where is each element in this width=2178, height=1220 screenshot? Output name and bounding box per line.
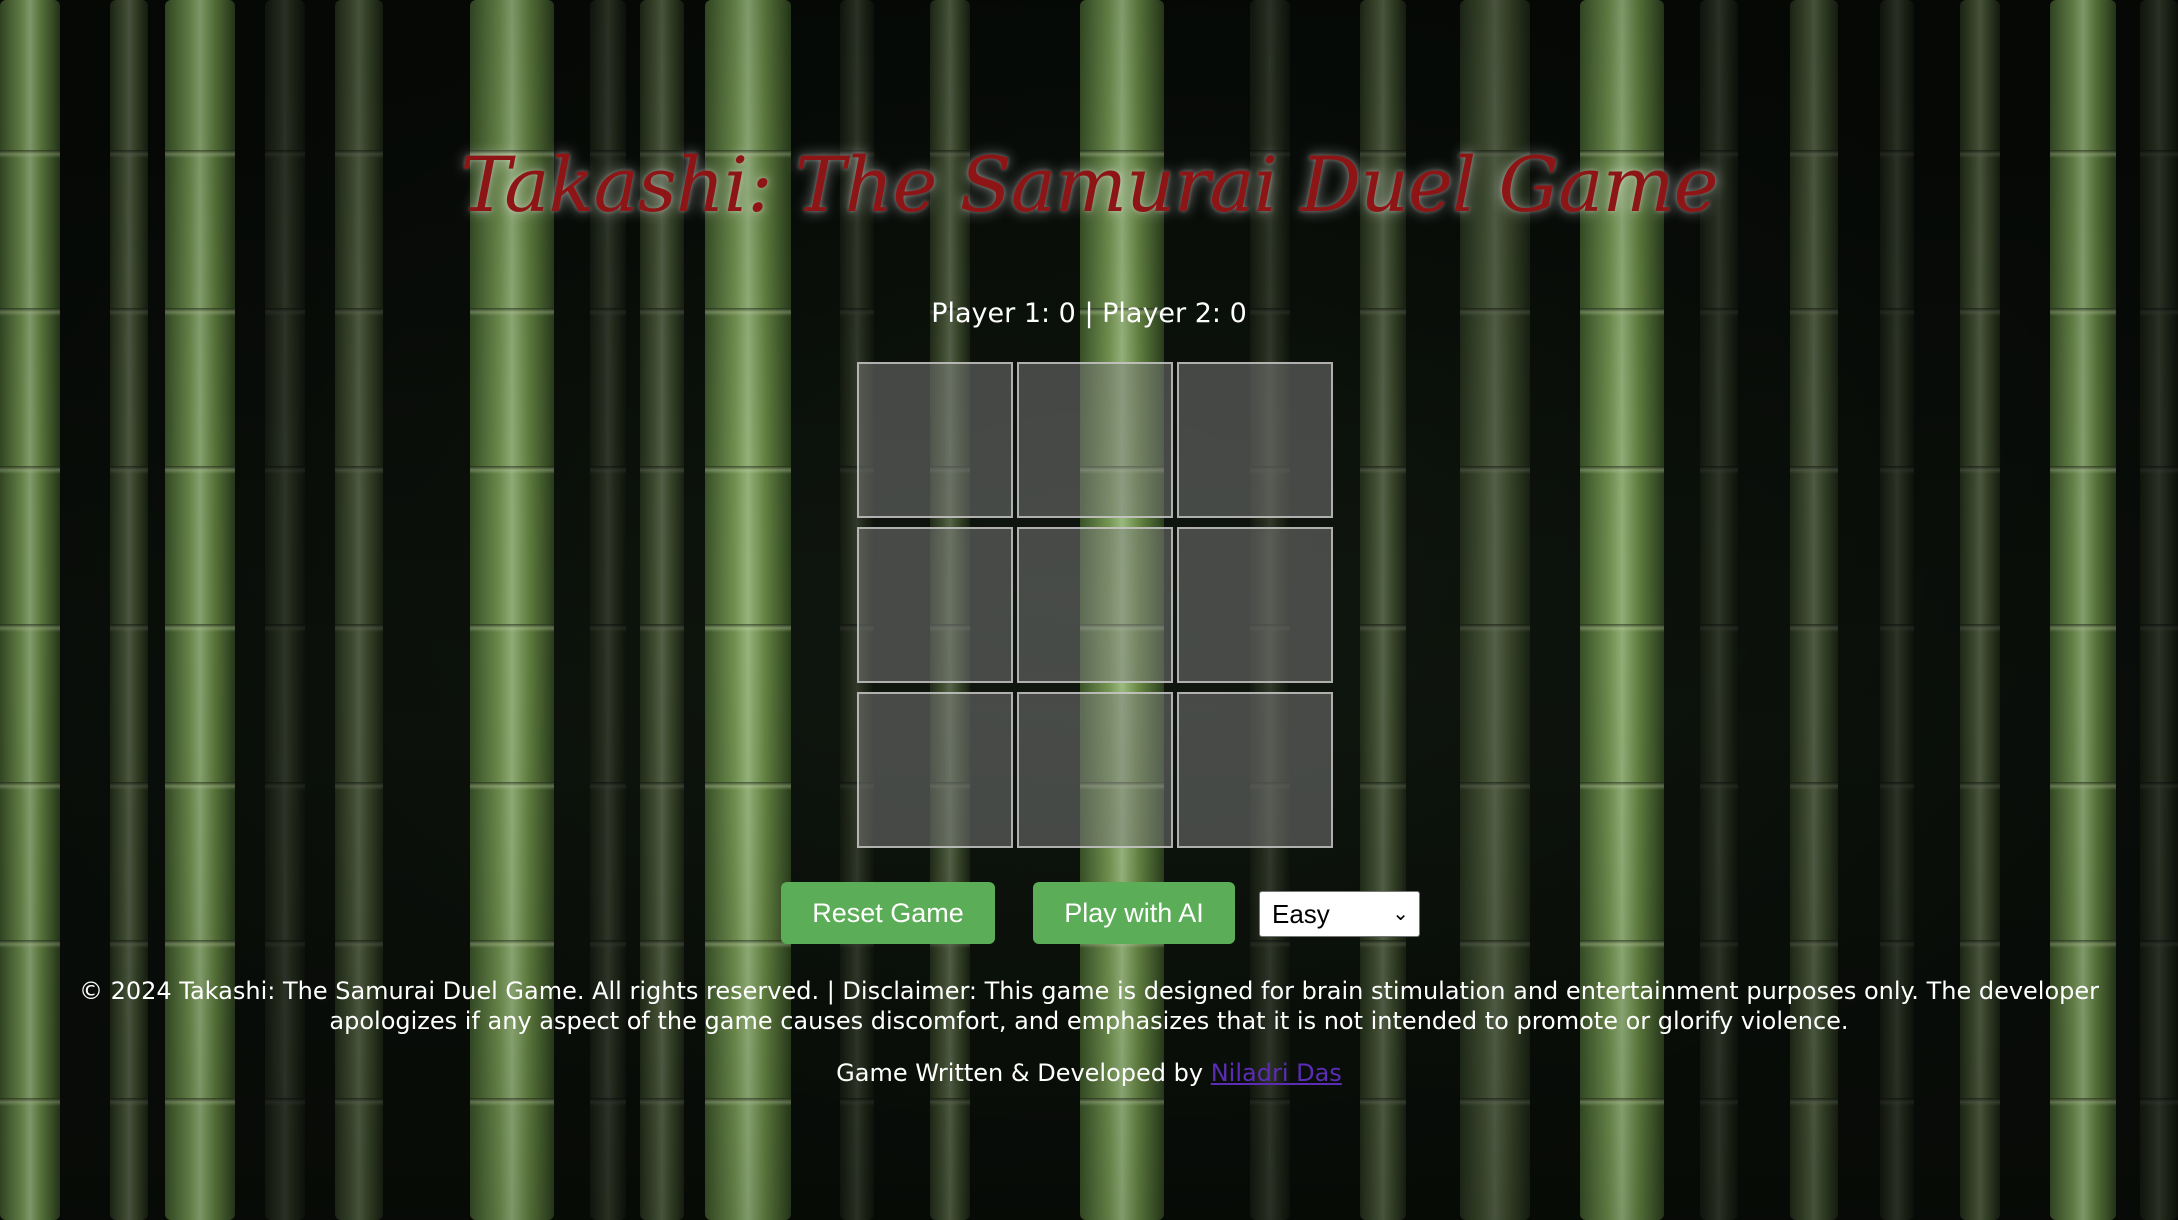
credit-prefix: Game Written & Developed by [836, 1059, 1204, 1087]
reset-game-button[interactable]: Reset Game [781, 882, 995, 944]
board-cell-9[interactable] [1177, 692, 1333, 848]
board-cell-8[interactable] [1017, 692, 1173, 848]
board-cell-5[interactable] [1017, 527, 1173, 683]
board-cell-1[interactable] [857, 362, 1013, 518]
board-cell-6[interactable] [1177, 527, 1333, 683]
board-cell-4[interactable] [857, 527, 1013, 683]
board-cell-2[interactable] [1017, 362, 1173, 518]
difficulty-selected-value: Easy [1272, 899, 1330, 929]
play-with-ai-button[interactable]: Play with AI [1033, 882, 1235, 944]
score-display: Player 1: 0 | Player 2: 0 [931, 298, 1247, 329]
board-cell-7[interactable] [857, 692, 1013, 848]
page-title: Takashi: The Samurai Duel Game [460, 140, 1718, 229]
footer-disclaimer: © 2024 Takashi: The Samurai Duel Game. A… [78, 977, 2100, 1035]
difficulty-select[interactable]: Easy ⌄ [1259, 891, 1420, 937]
board-cell-3[interactable] [1177, 362, 1333, 518]
game-container: Takashi: The Samurai Duel Game Player 1:… [0, 0, 2178, 1220]
footer-credit: Game Written & Developed by Niladri Das [0, 1059, 2178, 1087]
author-link[interactable]: Niladri Das [1211, 1059, 1342, 1087]
game-board [857, 362, 1337, 852]
chevron-down-icon: ⌄ [1392, 903, 1409, 925]
